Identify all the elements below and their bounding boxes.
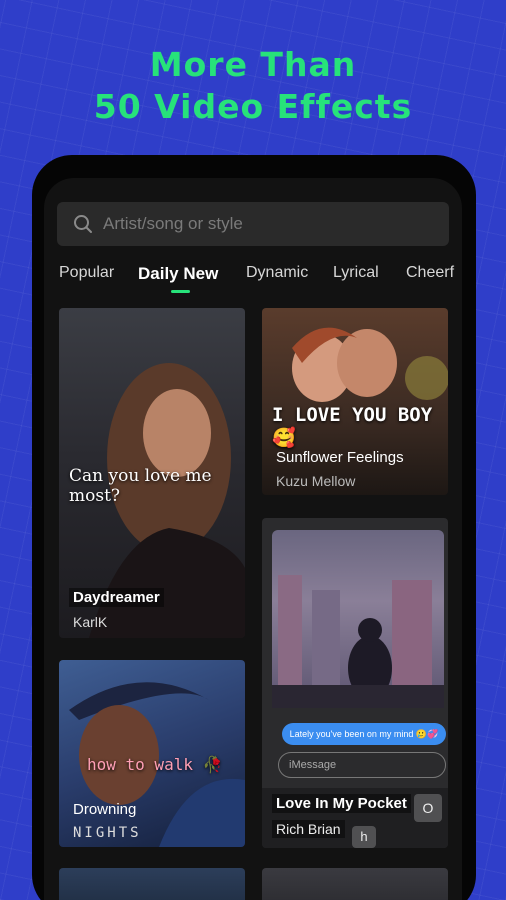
card-title: Drowning <box>73 801 137 818</box>
lyric-overlay: Can you love me most? <box>69 466 212 506</box>
chat-bubble: Lately you've been on my mind 🥲💞 <box>282 723 446 745</box>
card-artist: NIGHTS <box>73 825 142 841</box>
video-card-love-in-my-pocket[interactable]: Lately you've been on my mind 🥲💞 iMessag… <box>262 518 448 848</box>
tab-dynamic[interactable]: Dynamic <box>246 264 308 282</box>
lyric-overlay: I LOVE YOU BOY 🥰 <box>272 404 433 449</box>
video-card-drowning[interactable]: how to walk 🥀 Drowning NIGHTS <box>59 660 245 847</box>
keyboard-key: O <box>414 794 442 822</box>
category-tabs: Popular Daily New Dynamic Lyrical Cheerf <box>44 264 462 294</box>
video-card-partial[interactable] <box>59 868 245 900</box>
tab-daily-new[interactable]: Daily New <box>138 264 218 284</box>
headline-line-1: More Than <box>149 45 357 84</box>
card-title: Daydreamer <box>69 588 164 607</box>
imessage-field: iMessage <box>278 752 446 778</box>
city-thumbnail <box>272 530 444 708</box>
tab-lyrical[interactable]: Lyrical <box>333 264 379 282</box>
card-title: Sunflower Feelings <box>276 449 404 466</box>
card-artist: Rich Brian <box>272 820 345 838</box>
search-placeholder[interactable]: Artist/song or style <box>103 214 243 234</box>
city-skyline <box>272 575 444 708</box>
lyric-overlay: how to walk 🥀 <box>87 755 223 774</box>
app-screen: Artist/song or style Popular Daily New D… <box>44 178 462 900</box>
tab-cheerful[interactable]: Cheerf <box>406 264 454 282</box>
video-card-daydreamer[interactable]: Can you love me most? Daydreamer KarlK <box>59 308 245 638</box>
video-card-partial[interactable] <box>262 868 448 900</box>
active-tab-indicator <box>171 290 190 293</box>
tab-popular[interactable]: Popular <box>59 264 114 282</box>
search-bar[interactable]: Artist/song or style <box>57 202 449 246</box>
card-artist: KarlK <box>73 614 108 630</box>
headline-line-2: 50 Video Effects <box>93 87 413 126</box>
search-icon <box>74 215 92 233</box>
card-title: Love In My Pocket <box>272 794 411 813</box>
imessage-placeholder: iMessage <box>289 759 337 771</box>
promo-headline: More Than 50 Video Effects <box>0 44 506 128</box>
card-artist: Kuzu Mellow <box>276 473 356 489</box>
keyboard-key: h <box>352 826 376 848</box>
video-card-sunflower-feelings[interactable]: I LOVE YOU BOY 🥰 Sunflower Feelings Kuzu… <box>262 308 448 495</box>
